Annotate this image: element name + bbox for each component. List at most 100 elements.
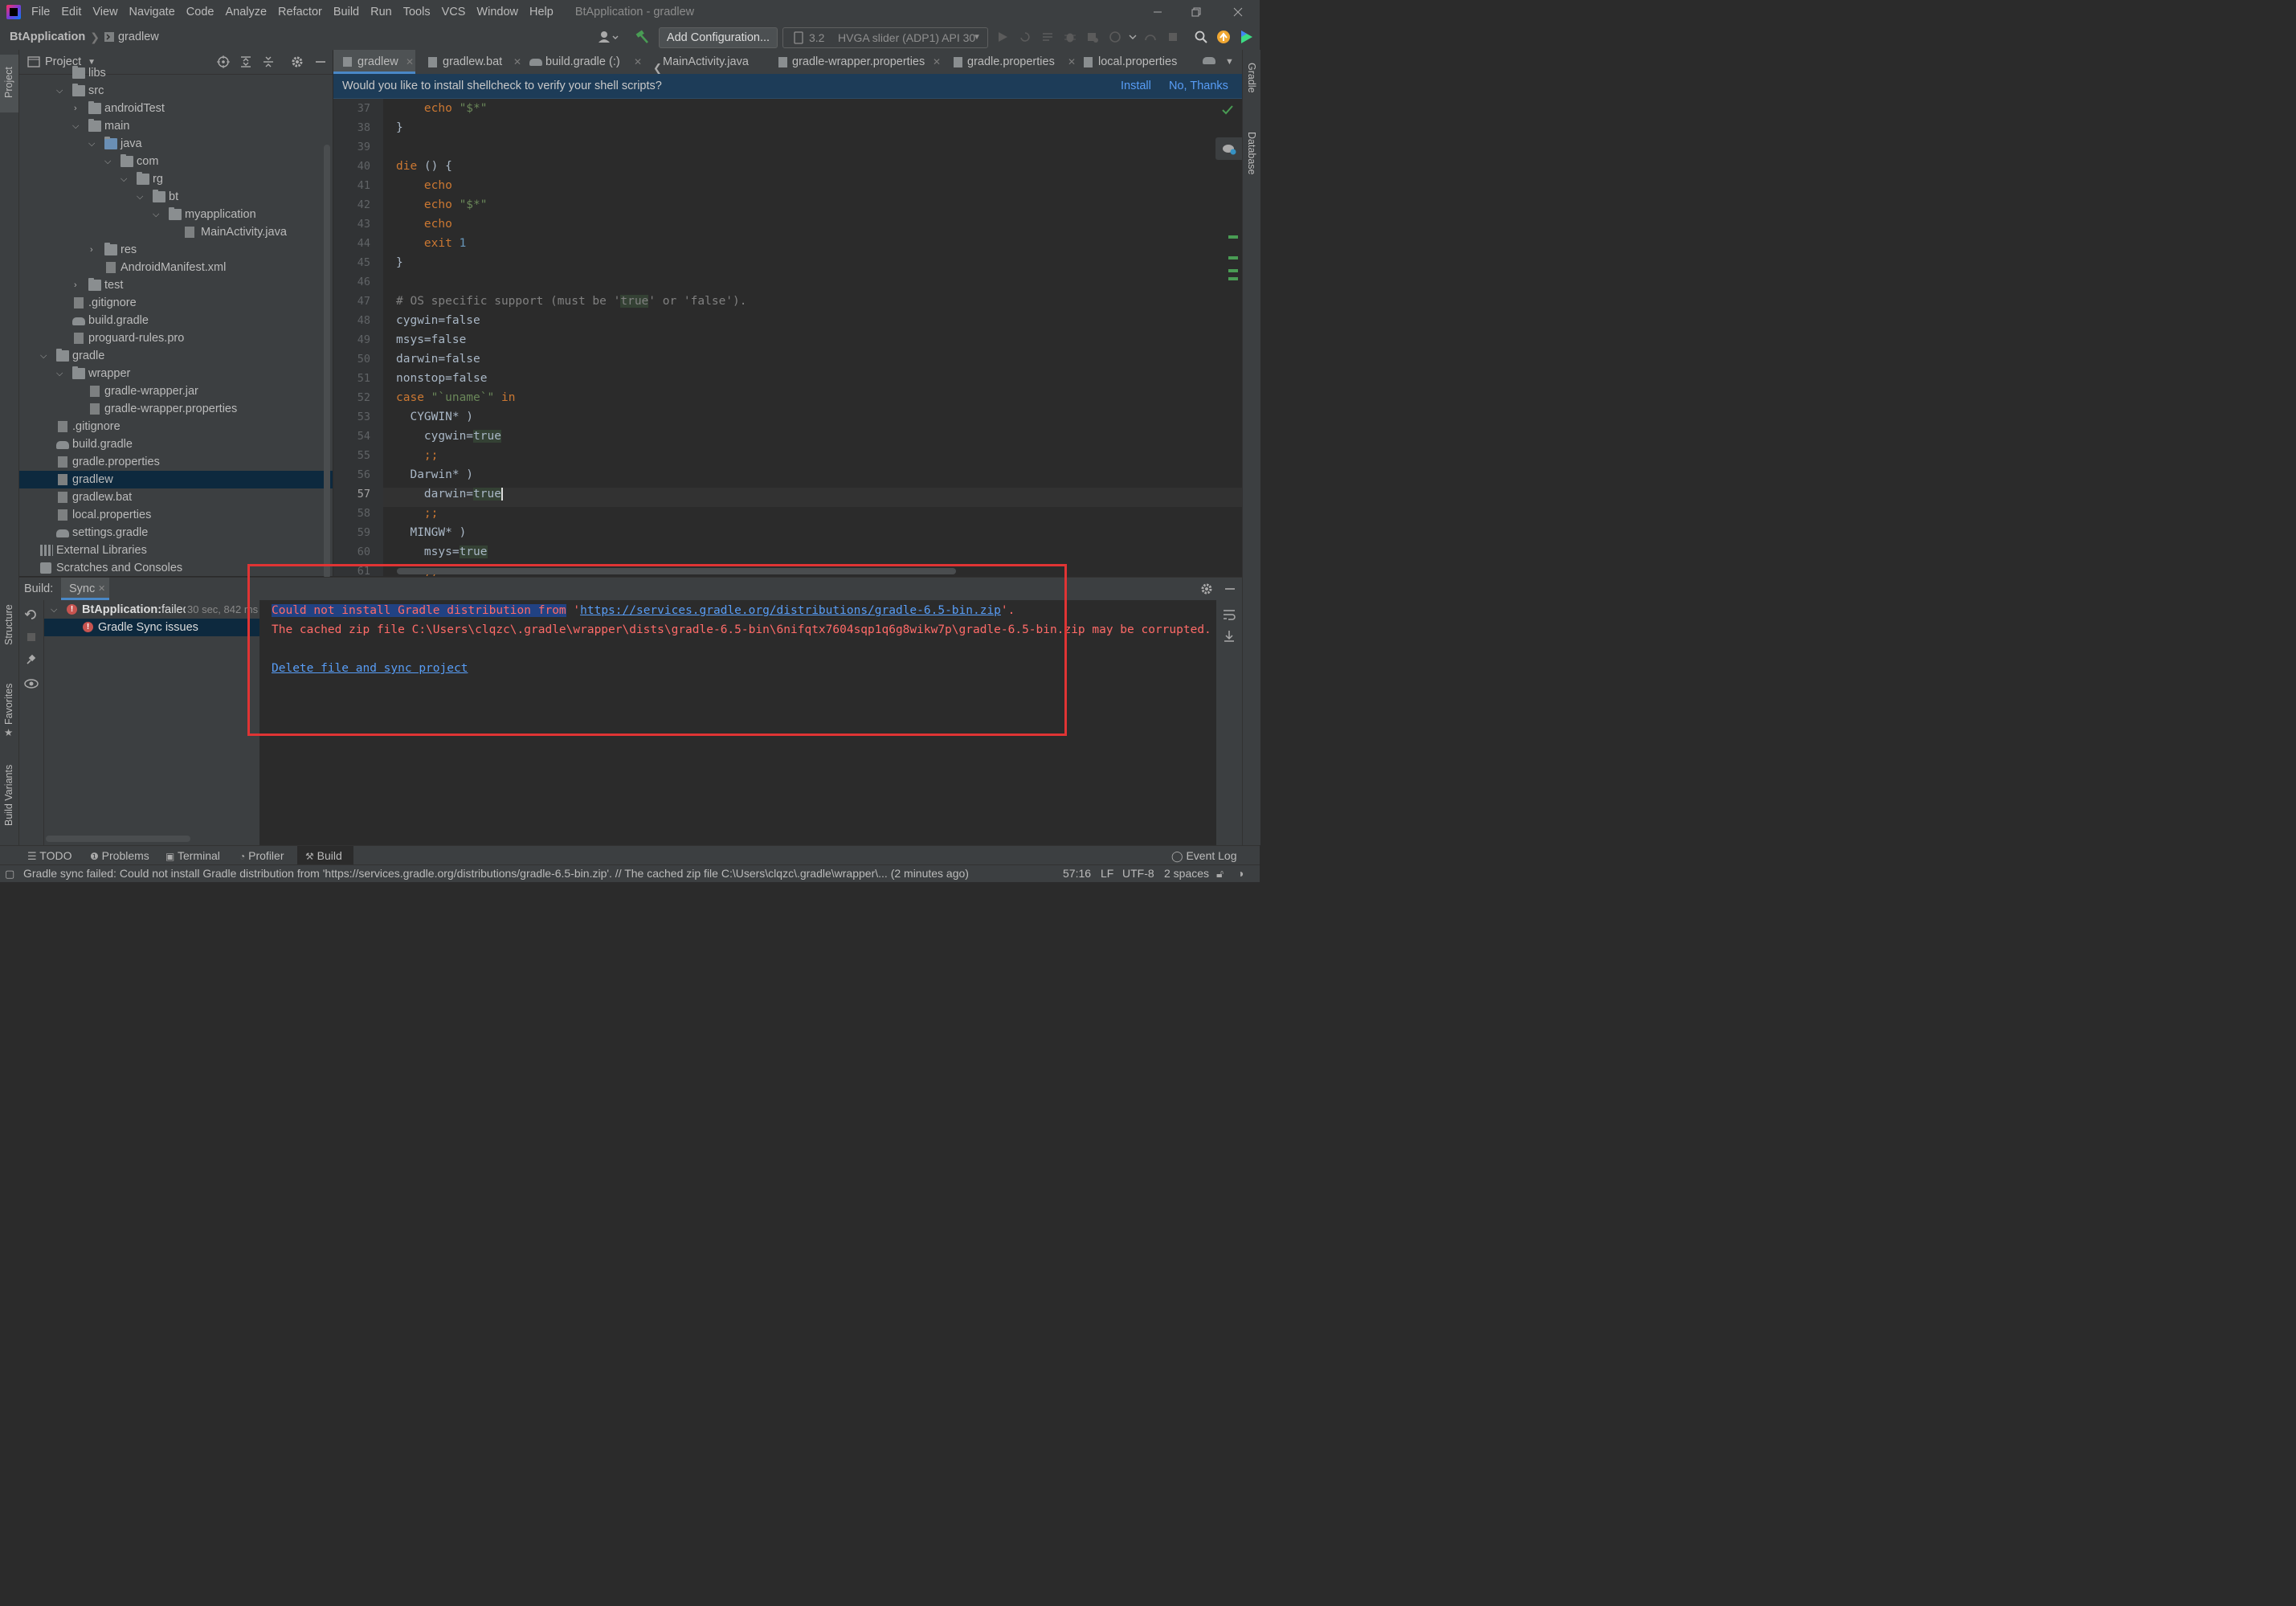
tab-structure-side[interactable]: Structure bbox=[0, 600, 18, 664]
restore-button[interactable] bbox=[1178, 0, 1215, 24]
indent-setting[interactable]: 2 spaces bbox=[1164, 865, 1209, 882]
tree-item-local-properties[interactable]: local.properties bbox=[19, 506, 333, 524]
tree-item-gradlew[interactable]: gradlew bbox=[19, 471, 333, 488]
tree-item-gitignore-root[interactable]: .gitignore bbox=[19, 418, 333, 435]
chevron-down-icon[interactable]: ⌵ bbox=[104, 153, 114, 170]
stop-icon[interactable] bbox=[26, 631, 37, 643]
add-configuration-button[interactable]: Add Configuration... bbox=[659, 27, 778, 48]
tab-build-gradle[interactable]: build.gradle (:) ✕ bbox=[525, 50, 643, 74]
tab-terminal[interactable]: ▣ Terminal bbox=[165, 846, 220, 865]
tab-gradle-wrapper-properties[interactable]: gradle-wrapper.properties ✕ bbox=[774, 50, 942, 74]
chevron-right-icon[interactable]: › bbox=[74, 276, 84, 294]
tree-item-build-gradle-root[interactable]: build.gradle bbox=[19, 435, 333, 453]
sync-icon[interactable] bbox=[25, 608, 38, 621]
search-button[interactable] bbox=[1192, 27, 1210, 47]
make-project-button[interactable] bbox=[633, 27, 651, 47]
tab-build[interactable]: ⚒ Build bbox=[297, 846, 353, 865]
chevron-down-icon[interactable]: ⌵ bbox=[121, 170, 130, 188]
no-thanks-link[interactable]: No, Thanks bbox=[1169, 74, 1228, 98]
tree-item-external-libraries[interactable]: External Libraries bbox=[19, 541, 333, 559]
menu-navigate[interactable]: Navigate bbox=[124, 0, 181, 24]
menu-tools[interactable]: Tools bbox=[398, 0, 436, 24]
menu-refactor[interactable]: Refactor bbox=[272, 0, 328, 24]
tab-favorites-side[interactable]: Favorites ★ bbox=[0, 675, 18, 739]
tree-item-com[interactable]: ⌵ com bbox=[19, 153, 333, 170]
tree-item-settings-gradle[interactable]: settings.gradle bbox=[19, 524, 333, 541]
tab-sync[interactable]: Sync ✕ bbox=[61, 578, 109, 600]
project-tree-scrollbar[interactable] bbox=[324, 145, 330, 578]
close-tab-icon[interactable]: ✕ bbox=[98, 578, 105, 600]
tree-item-gradlew-bat[interactable]: gradlew.bat bbox=[19, 488, 333, 506]
hide-panel-icon[interactable] bbox=[1224, 583, 1236, 595]
menu-view[interactable]: View bbox=[87, 0, 123, 24]
tree-item-gitignore-app[interactable]: .gitignore bbox=[19, 294, 333, 312]
status-message[interactable]: Gradle sync failed: Could not install Gr… bbox=[23, 865, 1044, 882]
cursor-position[interactable]: 57:16 bbox=[1063, 865, 1091, 882]
chevron-down-icon[interactable]: ⌵ bbox=[72, 117, 82, 135]
memory-indicator-icon[interactable]: ◑ bbox=[1237, 865, 1244, 882]
breadcrumb-project[interactable]: BtApplication bbox=[10, 31, 85, 43]
tab-local-properties[interactable]: local.properties bbox=[1082, 50, 1195, 74]
menu-help[interactable]: Help bbox=[524, 0, 559, 24]
stop-button[interactable] bbox=[1165, 27, 1181, 47]
tree-item-bt[interactable]: ⌵ bt bbox=[19, 188, 333, 206]
tree-item-build-gradle-app[interactable]: build.gradle bbox=[19, 312, 333, 329]
eye-icon[interactable] bbox=[24, 678, 39, 689]
close-tab-icon[interactable]: ✕ bbox=[634, 50, 642, 74]
menu-build[interactable]: Build bbox=[328, 0, 365, 24]
gradle-reload-icon[interactable] bbox=[1222, 142, 1236, 155]
tab-project-side[interactable]: Project bbox=[0, 55, 18, 112]
build-tree-scrollbar[interactable] bbox=[46, 836, 190, 842]
lock-icon[interactable]: 🔓︎ bbox=[1216, 865, 1224, 882]
tree-item-gradle-wrapper-properties[interactable]: gradle-wrapper.properties bbox=[19, 400, 333, 418]
line-separator[interactable]: LF bbox=[1101, 865, 1113, 882]
menu-analyze[interactable]: Analyze bbox=[219, 0, 272, 24]
gear-icon[interactable] bbox=[1200, 582, 1213, 595]
build-tree-child[interactable]: ! Gradle Sync issues bbox=[44, 619, 259, 636]
close-tab-icon[interactable]: ✕ bbox=[406, 50, 414, 74]
file-encoding[interactable]: UTF-8 bbox=[1122, 865, 1154, 882]
chevron-right-icon[interactable]: › bbox=[90, 241, 100, 259]
monitor-button[interactable] bbox=[1142, 27, 1158, 47]
tab-database-side[interactable]: Database bbox=[1244, 121, 1262, 185]
chevron-down-icon[interactable]: ⌵ bbox=[153, 206, 162, 223]
tree-item-java[interactable]: ⌵ java bbox=[19, 135, 333, 153]
chevron-down-icon[interactable]: ⌵ bbox=[56, 365, 66, 382]
soft-wrap-icon[interactable] bbox=[1222, 608, 1236, 621]
menu-vcs[interactable]: VCS bbox=[436, 0, 472, 24]
tree-item-proguard[interactable]: proguard-rules.pro bbox=[19, 329, 333, 347]
tree-item-main[interactable]: ⌵ main bbox=[19, 117, 333, 135]
install-link[interactable]: Install bbox=[1121, 74, 1151, 98]
tab-profiler[interactable]: ◔ Profiler bbox=[239, 846, 284, 865]
close-button[interactable] bbox=[1219, 0, 1256, 24]
tree-item-myapplication[interactable]: ⌵ myapplication bbox=[19, 206, 333, 223]
user-button[interactable] bbox=[596, 27, 620, 47]
menu-edit[interactable]: Edit bbox=[55, 0, 87, 24]
tab-gradlew-bat[interactable]: gradlew.bat ✕ bbox=[420, 50, 521, 74]
chevron-right-icon[interactable]: › bbox=[74, 100, 84, 117]
tree-item-libs[interactable]: libs bbox=[19, 64, 333, 82]
pin-icon[interactable] bbox=[25, 653, 38, 666]
tree-item-res[interactable]: › res bbox=[19, 241, 333, 259]
tree-item-androidtest[interactable]: › androidTest bbox=[19, 100, 333, 117]
tab-gradle-side[interactable]: Gradle bbox=[1244, 56, 1262, 112]
tab-event-log[interactable]: ◯ Event Log bbox=[1171, 846, 1237, 865]
tree-item-wrapper[interactable]: ⌵ wrapper bbox=[19, 365, 333, 382]
menu-run[interactable]: Run bbox=[365, 0, 398, 24]
tab-gradle-properties[interactable]: gradle.properties ✕ bbox=[950, 50, 1076, 74]
attach-debugger-button[interactable] bbox=[1107, 27, 1139, 47]
close-tab-icon[interactable]: ✕ bbox=[933, 50, 941, 74]
chevron-down-icon[interactable]: ⌵ bbox=[56, 82, 66, 100]
tab-todo[interactable]: ☰ TODO bbox=[27, 846, 72, 865]
tree-item-test[interactable]: › test bbox=[19, 276, 333, 294]
tree-item-gradle-folder[interactable]: ⌵ gradle bbox=[19, 347, 333, 365]
build-tree-root[interactable]: ⌵ ! BtApplication: failed 30 sec, 842 ms bbox=[44, 601, 259, 619]
chevron-down-icon[interactable]: ⌵ bbox=[51, 601, 57, 619]
chevron-down-icon[interactable]: ⌵ bbox=[88, 135, 98, 153]
chevron-down-icon[interactable]: ⌵ bbox=[40, 347, 50, 365]
device-selector[interactable]: 3.2 HVGA slider (ADP1) API 30 ▼ bbox=[782, 27, 988, 48]
code-editor[interactable]: echo "$*" } die () { echo echo "$*" echo… bbox=[383, 99, 1242, 576]
tree-item-androidmanifest[interactable]: AndroidManifest.xml bbox=[19, 259, 333, 276]
apply-code-changes-button[interactable] bbox=[1040, 27, 1056, 47]
menu-window[interactable]: Window bbox=[471, 0, 524, 24]
